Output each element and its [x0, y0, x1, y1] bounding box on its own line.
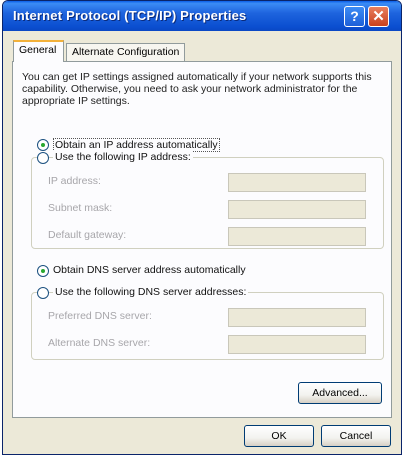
preferred-dns-label: Preferred DNS server: — [48, 310, 152, 322]
ip-address-group: IP address: Subnet mask: Default gateway… — [31, 157, 384, 249]
title-bar[interactable]: Internet Protocol (TCP/IP) Properties ? … — [3, 1, 401, 31]
description-text: You can get IP settings assigned automat… — [22, 71, 372, 107]
help-icon: ? — [350, 8, 359, 24]
close-icon: ✕ — [372, 8, 385, 25]
cancel-button[interactable]: Cancel — [321, 425, 391, 447]
default-gateway-field[interactable] — [228, 227, 366, 246]
ip-address-label: IP address: — [48, 175, 101, 187]
use-following-dns-label[interactable]: Use the following DNS server addresses: — [53, 286, 249, 298]
radio-obtain-dns-auto[interactable] — [37, 265, 49, 277]
subnet-mask-label: Subnet mask: — [48, 202, 113, 214]
dns-server-group: Preferred DNS server: Alternate DNS serv… — [31, 292, 384, 360]
default-gateway-label: Default gateway: — [48, 229, 127, 241]
obtain-ip-auto-label[interactable]: Obtain an IP address automatically — [53, 138, 220, 152]
radio-use-following-dns[interactable] — [37, 287, 49, 299]
obtain-dns-auto-label[interactable]: Obtain DNS server address automatically — [53, 264, 246, 276]
help-button[interactable]: ? — [344, 6, 365, 27]
tab-alternate-configuration[interactable]: Alternate Configuration — [66, 43, 185, 61]
close-button[interactable]: ✕ — [368, 6, 389, 27]
tab-general[interactable]: General — [13, 40, 64, 62]
general-tab-panel: You can get IP settings assigned automat… — [12, 61, 392, 418]
alternate-dns-label: Alternate DNS server: — [48, 337, 151, 349]
ok-button[interactable]: OK — [244, 425, 314, 447]
advanced-button[interactable]: Advanced... — [298, 382, 382, 404]
window-title: Internet Protocol (TCP/IP) Properties — [13, 8, 247, 23]
dialog-window: Internet Protocol (TCP/IP) Properties ? … — [2, 0, 402, 455]
alternate-dns-field[interactable] — [228, 335, 366, 354]
subnet-mask-field[interactable] — [228, 200, 366, 219]
radio-obtain-ip-auto[interactable] — [37, 139, 49, 151]
ip-address-field[interactable] — [228, 173, 366, 192]
preferred-dns-field[interactable] — [228, 308, 366, 327]
radio-use-following-ip[interactable] — [37, 152, 49, 164]
use-following-ip-label[interactable]: Use the following IP address: — [53, 151, 193, 163]
